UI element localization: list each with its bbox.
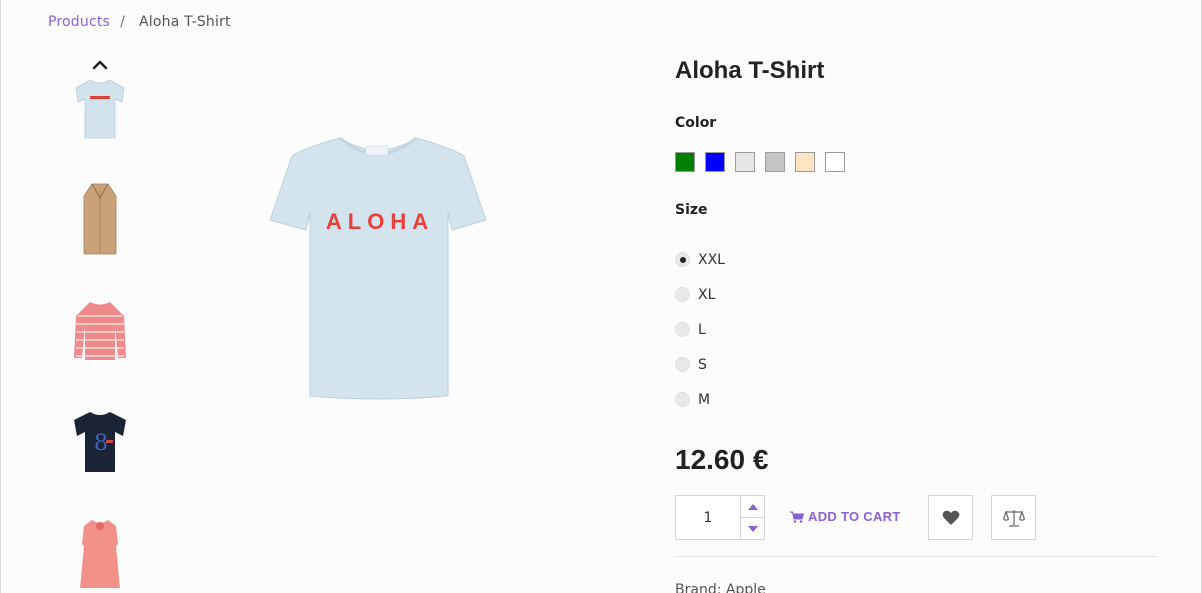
dress-icon <box>80 520 120 588</box>
size-option-label: L <box>698 321 706 338</box>
quantity-decrease-button[interactable] <box>741 517 764 539</box>
quantity-stepper <box>675 495 765 540</box>
color-swatches <box>675 152 845 172</box>
add-to-cart-label: ADD TO CART <box>808 509 901 524</box>
color-label: Color <box>675 115 717 131</box>
radio-button[interactable] <box>675 322 690 337</box>
color-swatch-gray[interactable] <box>765 152 785 172</box>
size-options: XXL XL L S M <box>675 242 725 417</box>
breadcrumb: Products / Aloha T-Shirt <box>48 14 231 30</box>
tshirt-icon: 8 <box>74 412 126 472</box>
caret-down-icon <box>747 525 758 532</box>
navy-tshirt-thumbnail[interactable]: 8 <box>68 406 132 486</box>
tshirt-icon <box>75 79 125 139</box>
radio-button[interactable] <box>675 392 690 407</box>
product-title: Aloha T-Shirt <box>675 57 825 84</box>
size-option-s[interactable]: S <box>675 347 725 382</box>
compare-button[interactable] <box>991 495 1036 540</box>
radio-button[interactable] <box>675 357 690 372</box>
radio-button[interactable] <box>675 287 690 302</box>
size-option-label: XL <box>698 286 716 303</box>
brand-line: Brand: Apple <box>675 582 766 593</box>
add-to-cart-button[interactable]: ADD TO CART <box>790 509 901 524</box>
chevron-up-icon[interactable] <box>91 56 109 74</box>
caret-up-icon <box>747 503 758 510</box>
size-option-xl[interactable]: XL <box>675 277 725 312</box>
radio-button[interactable] <box>675 252 690 267</box>
breadcrumb-current: Aloha T-Shirt <box>138 14 231 30</box>
main-product-image[interactable]: ALOHA <box>262 130 494 402</box>
size-option-label: XXL <box>698 251 725 268</box>
quantity-arrows <box>740 496 764 539</box>
product-price: 12.60 € <box>675 444 769 475</box>
heart-icon <box>942 510 959 525</box>
camel-coat-thumbnail[interactable] <box>68 182 132 262</box>
size-option-l[interactable]: L <box>675 312 725 347</box>
size-option-label: M <box>698 391 711 408</box>
size-option-xxl[interactable]: XXL <box>675 242 725 277</box>
aloha-tshirt-thumbnail[interactable] <box>68 74 132 154</box>
coat-icon <box>83 183 117 255</box>
svg-text:8: 8 <box>94 431 108 456</box>
color-swatch-light-gray[interactable] <box>735 152 755 172</box>
breadcrumb-separator: / <box>120 14 125 30</box>
wishlist-button[interactable] <box>928 495 973 540</box>
color-swatch-green[interactable] <box>675 152 695 172</box>
color-swatch-white[interactable] <box>825 152 845 172</box>
top-icon <box>74 302 126 360</box>
size-option-label: S <box>698 356 707 373</box>
size-option-m[interactable]: M <box>675 382 725 417</box>
breadcrumb-products-link[interactable]: Products <box>48 14 110 30</box>
scale-balance-icon <box>1002 509 1025 527</box>
quantity-input[interactable] <box>676 496 740 539</box>
color-swatch-blue[interactable] <box>705 152 725 172</box>
striped-top-thumbnail[interactable] <box>68 296 132 376</box>
pink-dress-thumbnail[interactable] <box>68 516 132 593</box>
color-swatch-bisque[interactable] <box>795 152 815 172</box>
cart-icon <box>790 511 804 523</box>
aloha-print-text: ALOHA <box>326 209 434 234</box>
divider <box>675 556 1158 557</box>
size-label: Size <box>675 202 708 218</box>
quantity-increase-button[interactable] <box>741 496 764 517</box>
